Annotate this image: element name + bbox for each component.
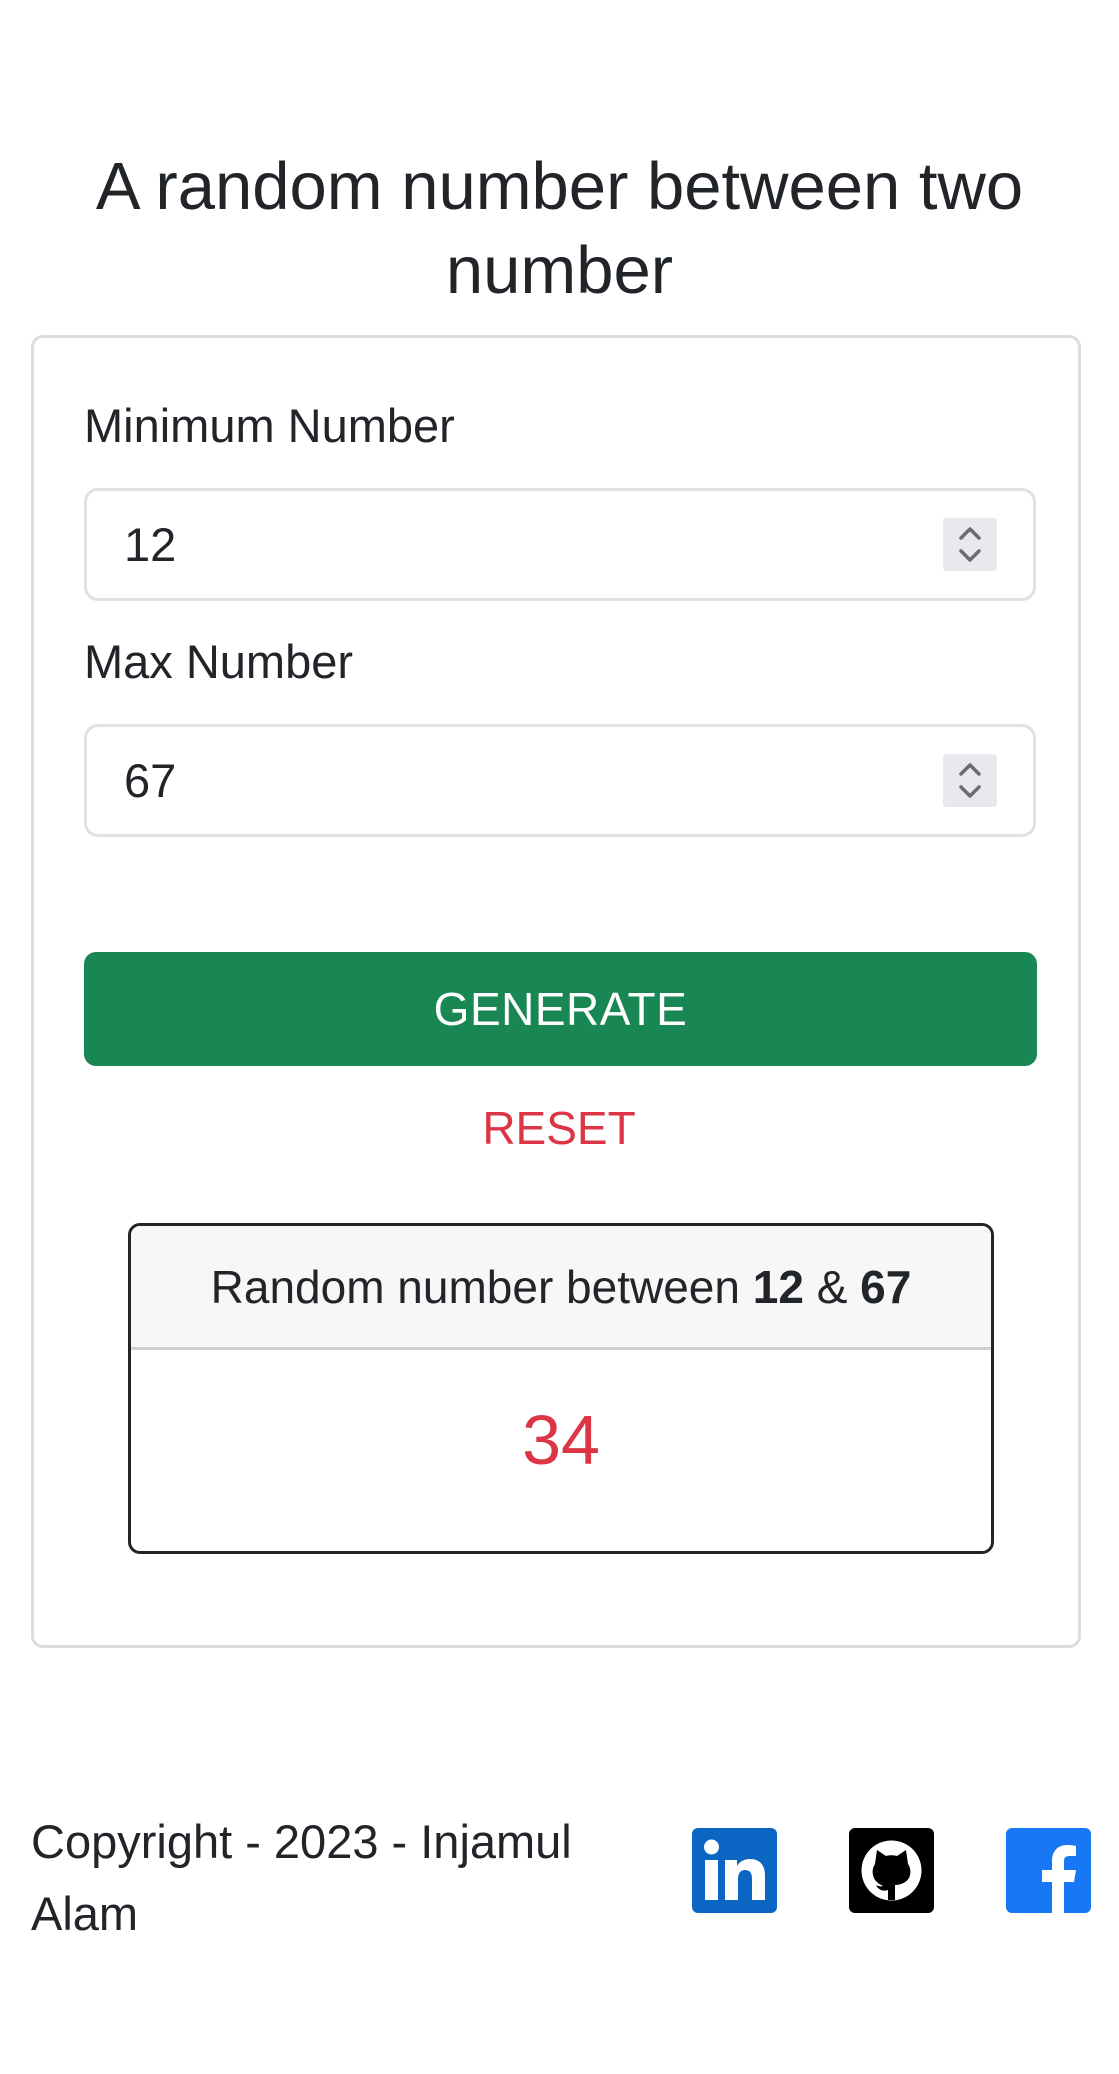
linkedin-link[interactable] xyxy=(692,1828,777,1913)
result-value: 34 xyxy=(522,1401,600,1479)
result-header: Random number between 12 & 67 xyxy=(131,1226,991,1350)
min-number-spinner[interactable] xyxy=(943,518,997,571)
linkedin-icon xyxy=(692,1828,777,1913)
result-separator: & xyxy=(816,1260,848,1313)
max-number-label: Max Number xyxy=(84,635,354,688)
github-link[interactable] xyxy=(849,1828,934,1913)
result-min: 12 xyxy=(752,1260,804,1313)
facebook-link[interactable] xyxy=(1006,1828,1091,1913)
min-number-input[interactable]: 12 xyxy=(84,488,1036,601)
page-title: A random number between two number xyxy=(95,149,1024,308)
facebook-icon xyxy=(1006,1828,1091,1913)
max-number-value: 67 xyxy=(124,754,177,807)
result-prefix: Random number between xyxy=(210,1260,740,1313)
result-max: 67 xyxy=(860,1260,912,1313)
github-icon xyxy=(849,1828,934,1913)
result-box: Random number between 12 & 67 34 xyxy=(128,1223,994,1554)
reset-button[interactable]: RESET xyxy=(34,1098,1084,1158)
copyright-text: Copyright - 2023 - Injamul Alam xyxy=(31,1815,572,1940)
spinner-chevrons-icon xyxy=(959,527,981,562)
min-number-label: Minimum Number xyxy=(84,399,455,452)
generator-card: Minimum Number 12 Max Number 67 GENERATE… xyxy=(31,335,1081,1648)
max-number-spinner[interactable] xyxy=(943,754,997,807)
max-number-input[interactable]: 67 xyxy=(84,724,1036,837)
generate-button[interactable]: GENERATE xyxy=(84,952,1037,1066)
min-number-value: 12 xyxy=(124,518,177,571)
spinner-chevrons-icon xyxy=(959,763,981,798)
